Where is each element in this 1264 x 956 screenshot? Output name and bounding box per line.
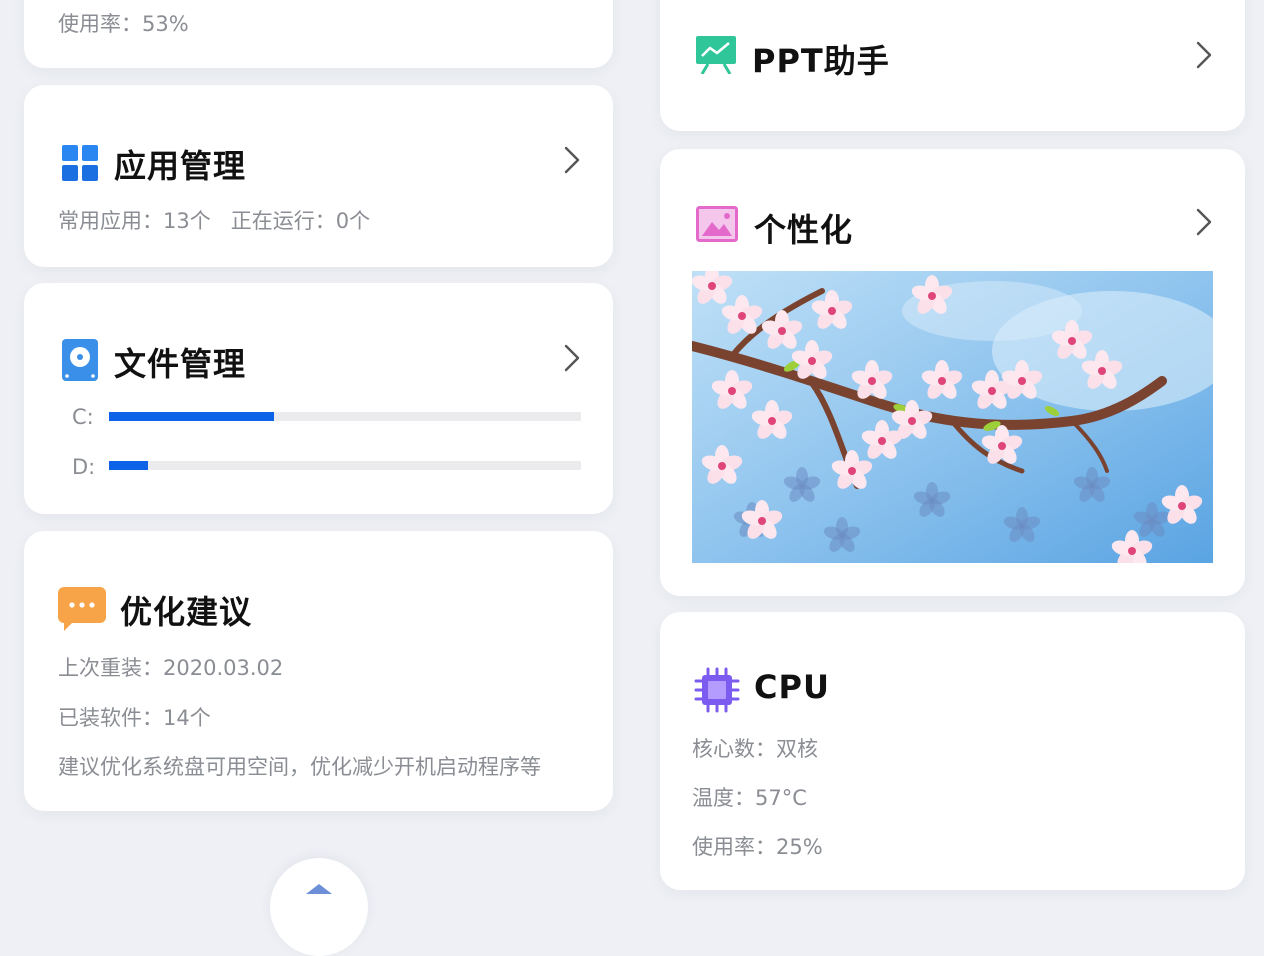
- chevron-right-icon[interactable]: [562, 145, 582, 175]
- cpu-cores-text: 核心数：双核: [692, 737, 818, 761]
- optimization-card[interactable]: 优化建议 上次重装：2020.03.02 已装软件：14个 建议优化系统盘可用空…: [24, 531, 613, 811]
- chat-bubble-icon: [58, 587, 106, 631]
- cpu-usage-text: 使用率：25%: [692, 835, 823, 859]
- drive-d-usage-fill: [109, 461, 149, 470]
- chevron-right-icon[interactable]: [1194, 207, 1214, 237]
- app-summary-text: 常用应用：13个 正在运行：0个: [58, 209, 371, 233]
- app-management-card[interactable]: 应用管理 常用应用：13个 正在运行：0个: [24, 85, 613, 267]
- personalization-card[interactable]: 个性化: [660, 149, 1245, 596]
- drive-c-usage-fill: [109, 412, 275, 421]
- cpu-title: CPU: [754, 668, 830, 706]
- chevron-right-icon[interactable]: [1194, 40, 1214, 70]
- file-management-card[interactable]: 文件管理 C: D:: [24, 283, 613, 514]
- personalization-title: 个性化: [754, 211, 854, 249]
- disk-icon: [62, 339, 98, 381]
- home-button[interactable]: [270, 858, 368, 956]
- drive-c-label: C:: [72, 405, 94, 429]
- cpu-card[interactable]: CPU 核心数：双核 温度：57°C 使用率：25%: [660, 612, 1245, 890]
- drive-d-usage-bar: [109, 461, 581, 470]
- wallpaper-preview-image[interactable]: [692, 271, 1213, 563]
- optimization-advice-text: 建议优化系统盘可用空间，优化减少开机启动程序等: [58, 755, 541, 779]
- grid-apps-icon: [62, 145, 98, 181]
- ppt-assistant-card[interactable]: PPT助手: [660, 0, 1245, 131]
- last-reinstall-text: 上次重装：2020.03.02: [58, 656, 284, 680]
- home-icon: [306, 884, 332, 894]
- cpu-temp-text: 温度：57°C: [692, 786, 807, 810]
- presentation-chart-icon: [696, 36, 736, 74]
- ppt-assistant-title: PPT助手: [752, 42, 890, 80]
- file-management-title: 文件管理: [114, 345, 247, 383]
- memory-card[interactable]: 使用率：53%: [24, 0, 613, 68]
- drive-c-usage-bar: [109, 412, 581, 421]
- optimization-title: 优化建议: [120, 593, 253, 631]
- app-management-title: 应用管理: [114, 147, 247, 185]
- chevron-right-icon[interactable]: [562, 343, 582, 373]
- picture-icon: [696, 206, 738, 242]
- drive-d-label: D:: [72, 455, 96, 479]
- installed-software-text: 已装软件：14个: [58, 706, 211, 730]
- cpu-chip-icon: [694, 667, 740, 713]
- memory-usage-text: 使用率：53%: [58, 12, 189, 36]
